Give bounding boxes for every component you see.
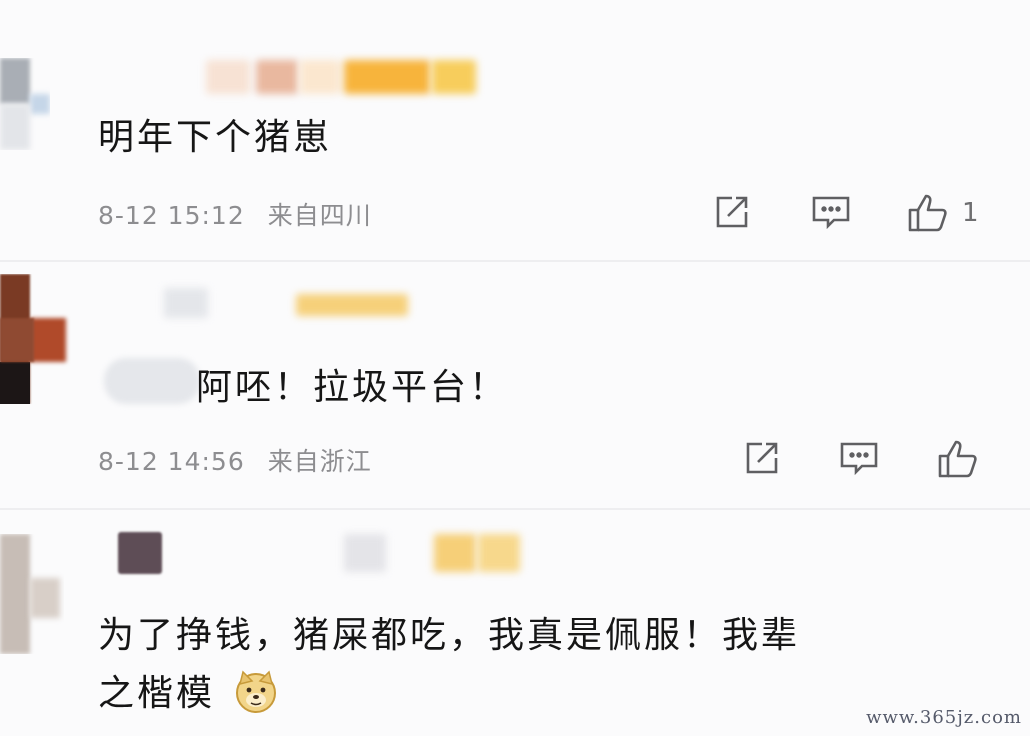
comment-item: 为了挣钱，猪屎都吃，我真是佩服！我辈 之楷模	[0, 510, 1030, 736]
avatar[interactable]	[0, 534, 64, 654]
comment-text-line2: 之楷模	[98, 664, 279, 718]
comment-icon[interactable]	[810, 192, 852, 232]
comment-text: 明年下个猪崽	[98, 117, 333, 158]
like-count: 1	[962, 198, 979, 228]
watermark: www.365jz.com	[866, 707, 1022, 728]
share-icon[interactable]	[712, 192, 752, 232]
share-icon[interactable]	[742, 438, 782, 478]
comment-text: 阿呸！拉圾平台！	[196, 367, 509, 408]
comment-icon[interactable]	[838, 438, 880, 478]
like-icon[interactable]	[936, 438, 980, 480]
avatar[interactable]	[0, 58, 50, 150]
doge-emoji-icon	[233, 668, 279, 714]
comment-text-line2-label: 之楷模	[98, 673, 216, 714]
comment-item: 阿呸！拉圾平台！ 8-12 14:56 来自浙江	[0, 262, 1030, 510]
like-icon[interactable]	[906, 192, 950, 234]
avatar[interactable]	[0, 274, 72, 404]
comment-text-line1: 为了挣钱，猪屎都吃，我真是佩服！我辈	[98, 615, 801, 656]
comment-item: 明年下个猪崽 8-12 15:12 来自四川 1	[0, 0, 1030, 262]
mention-redacted[interactable]	[104, 358, 200, 404]
